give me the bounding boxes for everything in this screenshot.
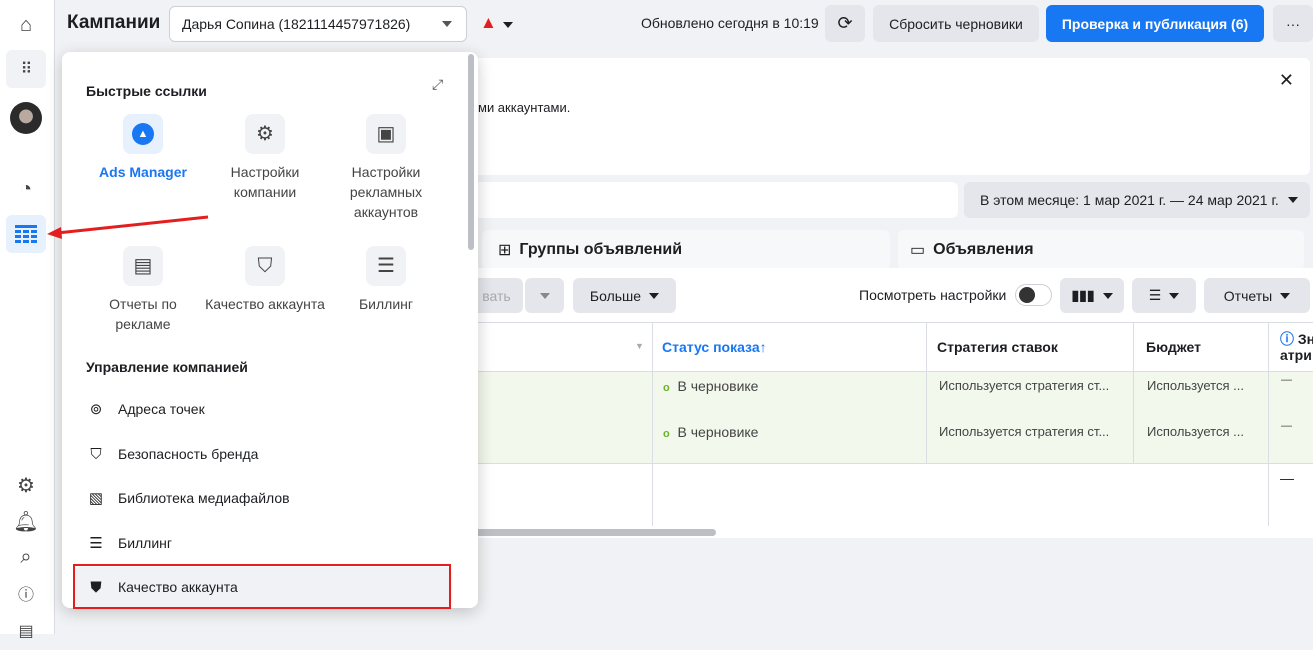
- campaigns-table-icon[interactable]: [6, 215, 46, 253]
- draft-status-icon: o: [663, 382, 670, 394]
- highlight-box: [73, 564, 451, 609]
- horizontal-scrollbar[interactable]: [470, 529, 716, 536]
- breakdown-icon: ☰: [1149, 287, 1162, 304]
- edit-dropdown[interactable]: [525, 278, 564, 313]
- help-icon[interactable]: ⓘ: [6, 574, 46, 612]
- shield-icon: ⛉: [86, 446, 106, 463]
- annotation-arrow: [45, 210, 215, 240]
- avatar[interactable]: [6, 99, 46, 137]
- campaign-table-panel: вать Больше Посмотреть настройки ▮▮▮ ☰ О…: [470, 268, 1313, 538]
- warning-icon[interactable]: ▲: [480, 13, 513, 33]
- location-pin-icon: ⊚: [86, 400, 106, 418]
- header-attribution[interactable]: ⓘ Знатри: [1280, 331, 1313, 363]
- ads-manager-icon: ▲: [132, 123, 154, 145]
- columns-button[interactable]: ▮▮▮: [1060, 278, 1124, 313]
- date-range-label: В этом месяце: 1 мар 2021 г. — 24 мар 20…: [980, 192, 1279, 208]
- search-icon[interactable]: ⌕: [6, 538, 46, 576]
- last-updated: Обновлено сегодня в 10:19: [641, 15, 819, 31]
- sort-caret-icon[interactable]: ▼: [635, 341, 644, 351]
- apps-grid-icon[interactable]: ⠿: [6, 50, 46, 88]
- tab-label: Группы объявлений: [519, 241, 682, 259]
- popup-scrollbar[interactable]: [468, 54, 474, 250]
- notifications-bell-icon[interactable]: 🔔︎: [6, 502, 46, 540]
- date-range-picker[interactable]: В этом месяце: 1 мар 2021 г. — 24 мар 20…: [964, 182, 1310, 218]
- menu-item-billing[interactable]: ☰Биллинг: [74, 523, 452, 563]
- budget-cell: Используется ...: [1147, 378, 1244, 393]
- attribution-cell: —: [1281, 374, 1292, 386]
- dashboard-gauge-icon[interactable]: ◔: [6, 170, 46, 208]
- tab-label: Объявления: [933, 241, 1033, 259]
- home-icon[interactable]: ⌂: [6, 6, 46, 44]
- menu-item-media-library[interactable]: ▧Библиотека медиафайлов: [74, 478, 452, 518]
- discard-drafts-button[interactable]: Сбросить черновики: [873, 5, 1039, 42]
- menu-item-locations[interactable]: ⊚Адреса точек: [74, 389, 452, 429]
- quick-link-ad-account-settings[interactable]: ▣Настройки рекламных аккаунтов: [326, 114, 446, 222]
- ad-accounts-icon: ▣: [366, 114, 406, 154]
- quick-link-account-quality[interactable]: ⛉Качество аккаунта: [205, 246, 325, 314]
- reports-icon[interactable]: ▤: [6, 612, 46, 650]
- search-input[interactable]: [470, 182, 958, 218]
- ad-sets-icon: ⊞: [498, 240, 511, 260]
- billing-coins-icon: ☰: [366, 246, 406, 286]
- tab-ads[interactable]: ▭ Объявления: [898, 230, 1304, 270]
- ads-icon: ▭: [910, 240, 925, 260]
- banner-text: ми аккаунтами.: [478, 100, 570, 115]
- quick-link-billing[interactable]: ☰Биллинг: [326, 246, 446, 314]
- business-management-title: Управление компанией: [86, 359, 248, 375]
- columns-icon: ▮▮▮: [1071, 287, 1094, 304]
- view-settings-label: Посмотреть настройки: [859, 287, 1006, 303]
- expand-icon[interactable]: ⤢: [432, 76, 443, 93]
- status-cell: o В черновике: [663, 424, 758, 440]
- info-icon: ⓘ: [1280, 331, 1294, 347]
- strategy-cell: Используется стратегия ст...: [939, 378, 1109, 393]
- quick-link-ads-manager[interactable]: ▲Ads Manager: [83, 114, 203, 182]
- review-publish-button[interactable]: Проверка и публикация (6): [1046, 5, 1264, 42]
- header-bid-strategy[interactable]: Стратегия ставок: [937, 339, 1058, 355]
- account-selector[interactable]: Дарья Сопина (1821114457971826): [169, 6, 467, 42]
- quick-link-business-settings[interactable]: ⚙Настройки компании: [205, 114, 325, 202]
- media-library-icon: ▧: [86, 489, 106, 507]
- business-tools-menu: Быстрые ссылки ⤢ ▲Ads Manager ⚙Настройки…: [62, 52, 478, 608]
- more-label: Больше: [590, 288, 641, 304]
- strategy-cell: Используется стратегия ст...: [939, 424, 1109, 439]
- header-status[interactable]: Статус показа↑: [662, 339, 767, 355]
- quick-link-ads-reporting[interactable]: ▤Отчеты по рекламе: [83, 246, 203, 334]
- header-budget[interactable]: Бюджет: [1146, 339, 1201, 355]
- shield-heart-icon: ⛉: [245, 246, 285, 286]
- reports-button[interactable]: Отчеты: [1204, 278, 1310, 313]
- more-button[interactable]: Больше: [573, 278, 676, 313]
- view-settings-toggle[interactable]: [1015, 284, 1052, 306]
- reports-icon: ▤: [123, 246, 163, 286]
- more-options-button[interactable]: ···: [1273, 5, 1313, 42]
- page-title: Кампании: [67, 12, 160, 34]
- account-name: Дарья Сопина (1821114457971826): [182, 16, 410, 32]
- reports-label: Отчеты: [1224, 288, 1272, 304]
- settings-gear-icon[interactable]: ⚙: [6, 466, 46, 504]
- gear-icon: ⚙: [245, 114, 285, 154]
- close-icon[interactable]: ✕: [1279, 70, 1294, 91]
- total-attribution-cell: —: [1280, 470, 1294, 486]
- draft-status-icon: o: [663, 428, 670, 440]
- status-cell: o В черновике: [663, 378, 758, 394]
- budget-cell: Используется ...: [1147, 424, 1244, 439]
- quick-links-title: Быстрые ссылки: [86, 83, 207, 99]
- menu-item-brand-safety[interactable]: ⛉Безопасность бренда: [74, 434, 452, 474]
- attribution-cell: —: [1281, 420, 1292, 432]
- billing-icon: ☰: [86, 534, 106, 552]
- breakdown-button[interactable]: ☰: [1132, 278, 1196, 313]
- data-table: ▼ Статус показа↑ Стратегия ставок Бюджет…: [470, 322, 1313, 526]
- tab-ad-sets[interactable]: ⊞ Группы объявлений: [482, 230, 890, 270]
- notice-banner: ми аккаунтами. ✕: [470, 58, 1310, 175]
- refresh-button[interactable]: ⟳: [825, 5, 865, 42]
- left-sidebar: ⌂ ⠿ ◔ ⚙ 🔔︎ ⌕ ⓘ ▤: [0, 0, 55, 634]
